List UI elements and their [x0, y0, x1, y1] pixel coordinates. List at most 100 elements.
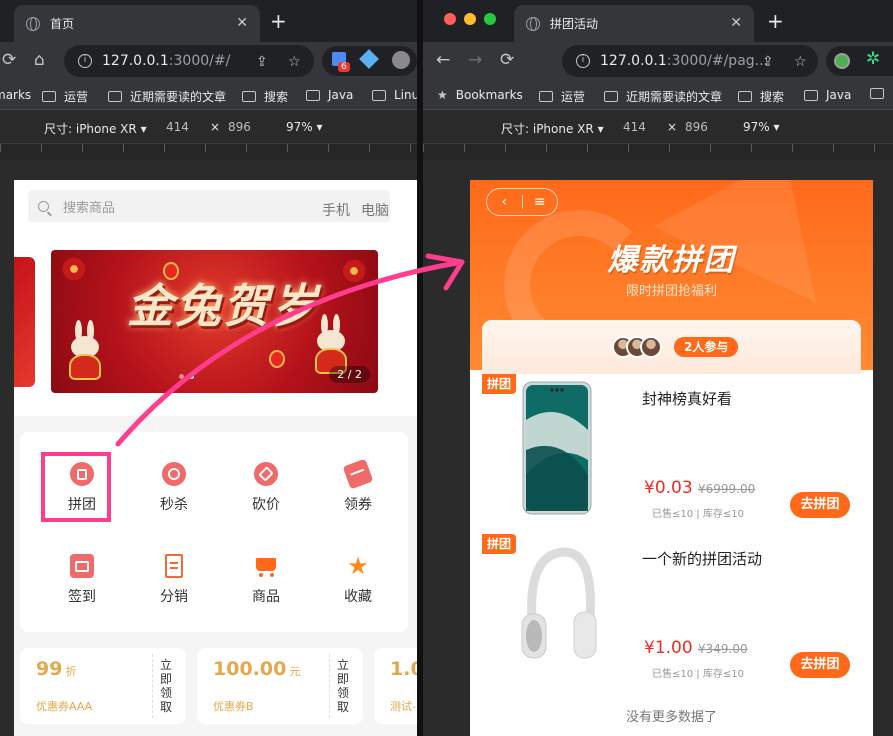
browser-toolbar: ← → ⟳ i 127.0.0.1:3000/#/pag... ⇪ ☆ ✲ [423, 42, 893, 80]
gem-icon[interactable] [359, 49, 379, 69]
device-select[interactable]: 尺寸: iPhone XR ▾ [44, 120, 147, 137]
ticket-icon [342, 458, 374, 490]
bookmark-item[interactable]: Java [306, 88, 353, 102]
bookmark-item[interactable]: 运营 [539, 88, 585, 105]
grid-item-flash-sale[interactable]: 秒杀 [134, 462, 214, 514]
grid-item-checkin[interactable]: 签到 [42, 554, 122, 606]
device-width[interactable]: 414 [623, 120, 646, 134]
tab-group-buy[interactable]: 拼团活动 ✕ [514, 5, 754, 42]
bug-icon[interactable]: ✲ [866, 49, 880, 69]
coupon-card[interactable]: 99 折 优惠券AAA 立即领取 [20, 648, 186, 724]
product-item[interactable]: 拼团 封神榜真好看 ¥0.03 ¥6999.00 已售≤10 | 库存≤10 去… [482, 374, 861, 524]
group-buy-tag: 拼团 [482, 374, 517, 394]
bookmark-item[interactable]: 搜索 [242, 88, 288, 105]
menu-button[interactable]: ≡ [522, 194, 557, 210]
profile-icon[interactable] [392, 51, 410, 69]
participants-bar: 2人参与 [482, 320, 861, 374]
bookmark-item[interactable]: marks [0, 88, 31, 102]
star-icon[interactable]: ☆ [794, 54, 807, 70]
price-tag-icon [254, 462, 278, 486]
minimize-window-button[interactable] [464, 13, 476, 25]
carousel-dot[interactable] [189, 374, 194, 379]
bookmark-item[interactable]: 运营 [42, 88, 88, 105]
star-icon[interactable]: ☆ [288, 54, 301, 70]
zoom-select[interactable]: 97% ▾ [286, 120, 323, 134]
bookmarks-item[interactable]: ★ Bookmarks [437, 88, 523, 102]
url-host: 127.0.0.1 [102, 53, 169, 69]
new-tab-button[interactable]: + [270, 9, 287, 33]
claim-button[interactable]: 立即领取 [160, 658, 174, 714]
join-group-button[interactable]: 去拼团 [790, 492, 850, 518]
device-select[interactable]: 尺寸: iPhone XR ▾ [501, 120, 604, 137]
tab-strip: 首页 ✕ + [0, 0, 417, 42]
maximize-window-button[interactable] [484, 13, 496, 25]
ruler [0, 144, 417, 160]
bookmark-overflow[interactable] [870, 88, 892, 99]
grid-item-label: 分销 [160, 589, 188, 605]
device-width[interactable]: 414 [166, 120, 189, 134]
tab-strip: 拼团活动 ✕ + [423, 0, 893, 42]
grid-item-label: 砍价 [252, 497, 280, 513]
bookmark-item[interactable]: 搜索 [738, 88, 784, 105]
search-icon [38, 200, 49, 212]
grid-item-distribution[interactable]: 分销 [134, 554, 214, 606]
grid-item-favorites[interactable]: ★ 收藏 [318, 554, 398, 606]
bookmark-item[interactable]: Linux [372, 88, 417, 102]
info-icon[interactable]: i [78, 54, 92, 68]
home-icon[interactable]: ⌂ [34, 50, 45, 70]
new-tab-button[interactable]: + [767, 9, 784, 33]
address-bar[interactable]: i 127.0.0.1:3000/#/ ⇪ ☆ [64, 45, 314, 77]
grid-item-bargain[interactable]: 砍价 [226, 462, 306, 514]
reload-icon[interactable]: ⟳ [500, 50, 514, 70]
grid-item-label: 秒杀 [160, 497, 188, 513]
info-icon[interactable]: i [576, 54, 590, 68]
close-icon[interactable]: ✕ [730, 15, 742, 31]
rabbit-illustration [313, 314, 349, 374]
join-group-button[interactable]: 去拼团 [790, 652, 850, 678]
share-icon[interactable]: ⇪ [256, 54, 268, 70]
product-price: ¥0.03 [644, 478, 693, 498]
page-title: 爆款拼团 [607, 243, 736, 278]
product-price: ¥1.00 [644, 638, 693, 658]
folder-icon [108, 91, 122, 102]
banner-carousel[interactable]: 金兔贺岁 2 / 2 [14, 232, 417, 416]
device-height[interactable]: 896 [685, 120, 708, 134]
reload-icon[interactable]: ⟳ [2, 50, 16, 70]
rabbit-illustration [67, 320, 103, 380]
search-placeholder: 搜索商品 [63, 200, 116, 216]
device-height[interactable]: 896 [228, 120, 251, 134]
bookmark-item[interactable]: 近期需要读的文章 [108, 88, 226, 105]
forward-icon[interactable]: → [468, 50, 482, 70]
address-bar[interactable]: i 127.0.0.1:3000/#/pag... ⇪ ☆ [562, 45, 818, 77]
back-button[interactable]: ‹ [487, 194, 522, 210]
hot-word[interactable]: 电脑 [361, 200, 389, 220]
globe-icon [26, 16, 40, 31]
coupon-card[interactable]: 100.00 元 优惠券B 立即领取 [197, 648, 363, 724]
share-icon[interactable]: ⇪ [762, 54, 774, 70]
device-toolbar: 尺寸: iPhone XR ▾ 414 × 896 97% ▾ [423, 110, 893, 144]
hot-word[interactable]: 手机 [322, 200, 350, 220]
folder-icon [372, 89, 386, 101]
close-icon[interactable]: ✕ [236, 15, 248, 31]
grid-item-coupon[interactable]: 领券 [318, 458, 398, 514]
banner-slide[interactable]: 金兔贺岁 2 / 2 [51, 250, 378, 393]
grid-item-products[interactable]: 商品 [226, 554, 306, 606]
zoom-select[interactable]: 97% ▾ [743, 120, 780, 134]
coupon-card[interactable]: 1.0 测试- [374, 648, 417, 724]
banner-previous-slide [14, 257, 35, 387]
flower-decoration [341, 258, 367, 284]
left-browser-window: 首页 ✕ + ⟳ ⌂ i 127.0.0.1:3000/#/ ⇪ ☆ 6 mar… [0, 0, 417, 736]
carousel-dot[interactable] [179, 374, 184, 379]
back-icon[interactable]: ← [436, 50, 450, 70]
close-window-button[interactable] [444, 13, 456, 25]
product-item[interactable]: 拼团 一个新的拼团活动 ¥1.00 ¥349.00 已售≤10 | 库存≤10 … [482, 534, 861, 684]
folder-icon [870, 88, 884, 99]
product-card: 2人参与 拼团 封神榜真好看 ¥0.03 ¥6999.00 已售≤10 | 库存… [482, 320, 861, 736]
claim-button[interactable]: 立即领取 [337, 658, 351, 714]
coupon-amount: 100.00 元 [213, 658, 301, 680]
tab-home[interactable]: 首页 ✕ [14, 5, 260, 42]
bookmark-item[interactable]: 近期需要读的文章 [604, 88, 722, 105]
document-icon [165, 554, 183, 578]
extension-icon[interactable] [834, 53, 850, 69]
bookmark-item[interactable]: Java [804, 88, 851, 102]
